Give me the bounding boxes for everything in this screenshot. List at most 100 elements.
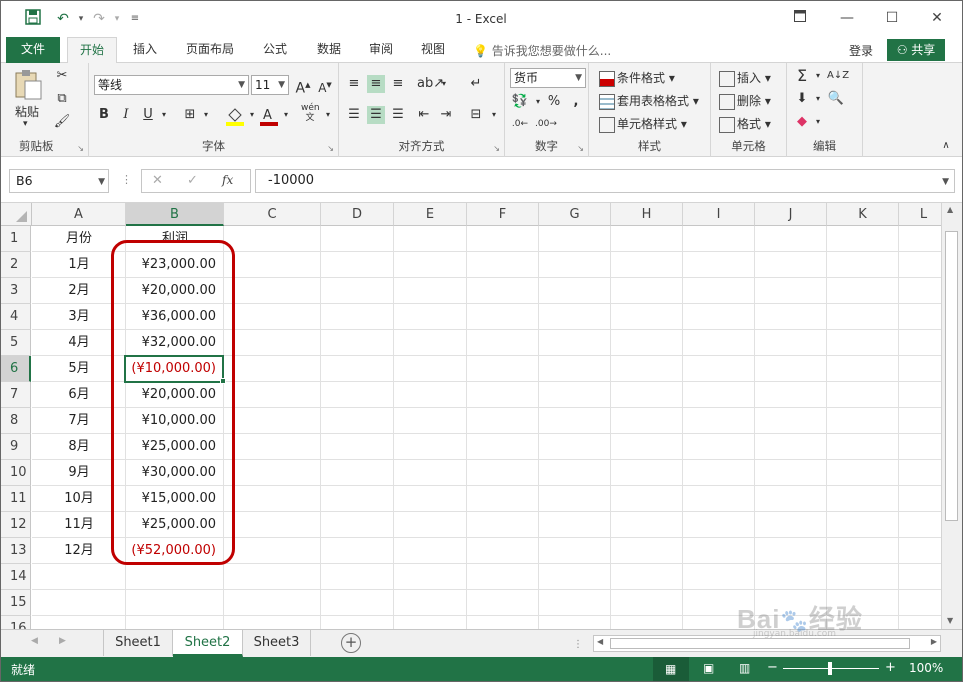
zoom-level[interactable]: 100% bbox=[909, 661, 943, 675]
column-header-g[interactable]: G bbox=[539, 203, 611, 226]
expand-formula-bar-icon[interactable]: ▼ bbox=[942, 171, 949, 193]
maximize-icon[interactable]: ☐ bbox=[880, 7, 904, 29]
scroll-left-icon[interactable]: ◀ bbox=[597, 637, 603, 646]
tab-data[interactable]: 数据 bbox=[307, 37, 351, 63]
row-header-16[interactable]: 16 bbox=[1, 616, 31, 629]
tab-view[interactable]: 视图 bbox=[411, 37, 455, 63]
login-link[interactable]: 登录 bbox=[849, 42, 873, 59]
tab-formulas[interactable]: 公式 bbox=[253, 37, 297, 63]
add-sheet-icon[interactable]: + bbox=[341, 633, 361, 653]
scroll-thumb[interactable] bbox=[945, 231, 958, 521]
column-header-j[interactable]: J bbox=[755, 203, 827, 226]
column-header-h[interactable]: H bbox=[611, 203, 683, 226]
enter-icon[interactable]: ✓ bbox=[187, 173, 198, 188]
dialog-launcher-icon[interactable]: ↘ bbox=[493, 144, 500, 153]
tell-me-box[interactable]: 💡 告诉我您想要做什么... bbox=[473, 42, 611, 59]
increase-indent-icon[interactable]: ⇥ bbox=[437, 106, 455, 124]
orientation-dropdown-icon[interactable]: ▾ bbox=[435, 75, 453, 93]
collapse-ribbon-icon[interactable]: ∧ bbox=[937, 137, 955, 155]
number-format-select[interactable]: 货币 ▼ bbox=[510, 68, 586, 88]
autosum-dropdown-icon[interactable]: ▾ bbox=[809, 67, 827, 85]
share-button[interactable]: ⚇ 共享 bbox=[887, 39, 945, 61]
h-scroll-thumb[interactable] bbox=[610, 638, 910, 649]
tab-file[interactable]: 文件 bbox=[6, 37, 60, 63]
sort-filter-icon[interactable]: A↓Z bbox=[827, 67, 849, 85]
worksheet-grid[interactable]: ABCDEFGHIJKL 1 2 3 4 5 6 7 8 9 10 11 12 13 14 15 16 月份利… bbox=[1, 203, 941, 629]
merge-center-icon[interactable]: ⊟ bbox=[467, 106, 485, 124]
next-sheet-icon[interactable]: ▶ bbox=[59, 636, 66, 646]
row-header-1[interactable]: 1 bbox=[1, 226, 31, 252]
font-color-icon[interactable]: A bbox=[259, 105, 279, 127]
page-break-view-icon[interactable]: ▥ bbox=[739, 661, 750, 675]
row-header-5[interactable]: 5 bbox=[1, 330, 31, 356]
orientation-icon[interactable]: ab↗ bbox=[417, 75, 444, 93]
column-header-b[interactable]: B bbox=[126, 203, 224, 226]
row-header-11[interactable]: 11 bbox=[1, 486, 31, 512]
clear-dropdown-icon[interactable]: ▾ bbox=[809, 113, 827, 131]
customize-qat-icon[interactable]: ≡ bbox=[125, 9, 145, 29]
align-top-icon[interactable]: ≡ bbox=[345, 75, 363, 93]
tab-page-layout[interactable]: 页面布局 bbox=[177, 37, 243, 63]
row-header-9[interactable]: 9 bbox=[1, 434, 31, 460]
wrap-text-icon[interactable]: ↵ bbox=[467, 75, 485, 93]
percent-icon[interactable]: % bbox=[545, 93, 563, 111]
copy-icon[interactable]: ⧉ bbox=[53, 90, 71, 108]
column-header-i[interactable]: I bbox=[683, 203, 755, 226]
row-header-14[interactable]: 14 bbox=[1, 564, 31, 590]
column-header-l[interactable]: L bbox=[899, 203, 941, 226]
column-header-a[interactable]: A bbox=[32, 203, 126, 226]
increase-decimal-icon[interactable]: .0← bbox=[511, 115, 529, 133]
italic-icon[interactable]: I bbox=[117, 106, 135, 124]
insert-function-icon[interactable]: fx bbox=[222, 173, 233, 187]
bold-icon[interactable]: B bbox=[95, 106, 113, 124]
cancel-icon[interactable]: ✕ bbox=[152, 173, 163, 188]
paste-dropdown-icon[interactable]: ▾ bbox=[23, 119, 28, 129]
accounting-format-icon[interactable]: 💱 bbox=[511, 93, 529, 111]
redo-dropdown-icon[interactable]: ▾ bbox=[107, 9, 127, 29]
comma-style-icon[interactable]: , bbox=[567, 93, 585, 111]
decrease-font-icon[interactable]: A▼ bbox=[316, 76, 334, 95]
format-as-table-button[interactable]: 套用表格格式 ▾ bbox=[599, 92, 699, 110]
name-box[interactable]: B6 ▼ bbox=[9, 169, 109, 193]
sheet-tab-sheet2[interactable]: Sheet2 bbox=[173, 630, 243, 657]
row-header-3[interactable]: 3 bbox=[1, 278, 31, 304]
fill-color-icon[interactable] bbox=[225, 105, 245, 127]
column-header-f[interactable]: F bbox=[467, 203, 539, 226]
align-bottom-icon[interactable]: ≡ bbox=[389, 75, 407, 93]
select-all-corner[interactable] bbox=[1, 203, 32, 226]
tab-review[interactable]: 审阅 bbox=[359, 37, 403, 63]
borders-dropdown-icon[interactable]: ▾ bbox=[197, 106, 215, 124]
row-header-10[interactable]: 10 bbox=[1, 460, 31, 486]
conditional-format-button[interactable]: 条件格式 ▾ bbox=[599, 69, 675, 87]
dialog-launcher-icon[interactable]: ↘ bbox=[577, 144, 584, 153]
dialog-launcher-icon[interactable]: ↘ bbox=[327, 144, 334, 153]
formula-input[interactable]: -10000 ▼ bbox=[255, 169, 955, 193]
row-header-12[interactable]: 12 bbox=[1, 512, 31, 538]
column-header-c[interactable]: C bbox=[224, 203, 321, 226]
save-icon[interactable] bbox=[23, 9, 43, 29]
format-cells-button[interactable]: 格式 ▾ bbox=[719, 115, 771, 133]
vertical-scrollbar[interactable]: ▲ ▼ bbox=[941, 203, 962, 629]
scroll-up-icon[interactable]: ▲ bbox=[947, 205, 953, 214]
decrease-indent-icon[interactable]: ⇤ bbox=[415, 106, 433, 124]
zoom-in-icon[interactable]: + bbox=[885, 660, 896, 675]
undo-icon[interactable]: ↶ bbox=[53, 9, 73, 29]
undo-dropdown-icon[interactable]: ▾ bbox=[71, 9, 91, 29]
minimize-icon[interactable]: — bbox=[835, 7, 859, 29]
page-layout-view-icon[interactable]: ▣ bbox=[703, 661, 714, 675]
cut-icon[interactable]: ✂ bbox=[53, 67, 71, 85]
tab-insert[interactable]: 插入 bbox=[125, 37, 165, 63]
font-color-dropdown-icon[interactable]: ▾ bbox=[277, 106, 295, 124]
zoom-out-icon[interactable]: − bbox=[767, 660, 778, 675]
align-middle-icon[interactable]: ≡ bbox=[367, 75, 385, 93]
row-header-13[interactable]: 13 bbox=[1, 538, 31, 564]
underline-dropdown-icon[interactable]: ▾ bbox=[155, 106, 173, 124]
sheet-tab-sheet3[interactable]: Sheet3 bbox=[243, 630, 311, 656]
row-header-4[interactable]: 4 bbox=[1, 304, 31, 330]
find-select-icon[interactable]: 🔍 bbox=[827, 90, 845, 108]
paste-button[interactable]: 粘贴 bbox=[15, 103, 39, 120]
redo-icon[interactable]: ↷ bbox=[89, 9, 109, 29]
close-icon[interactable]: ✕ bbox=[925, 7, 949, 29]
fill-dropdown-icon[interactable]: ▾ bbox=[809, 90, 827, 108]
align-left-icon[interactable]: ☰ bbox=[345, 106, 363, 124]
